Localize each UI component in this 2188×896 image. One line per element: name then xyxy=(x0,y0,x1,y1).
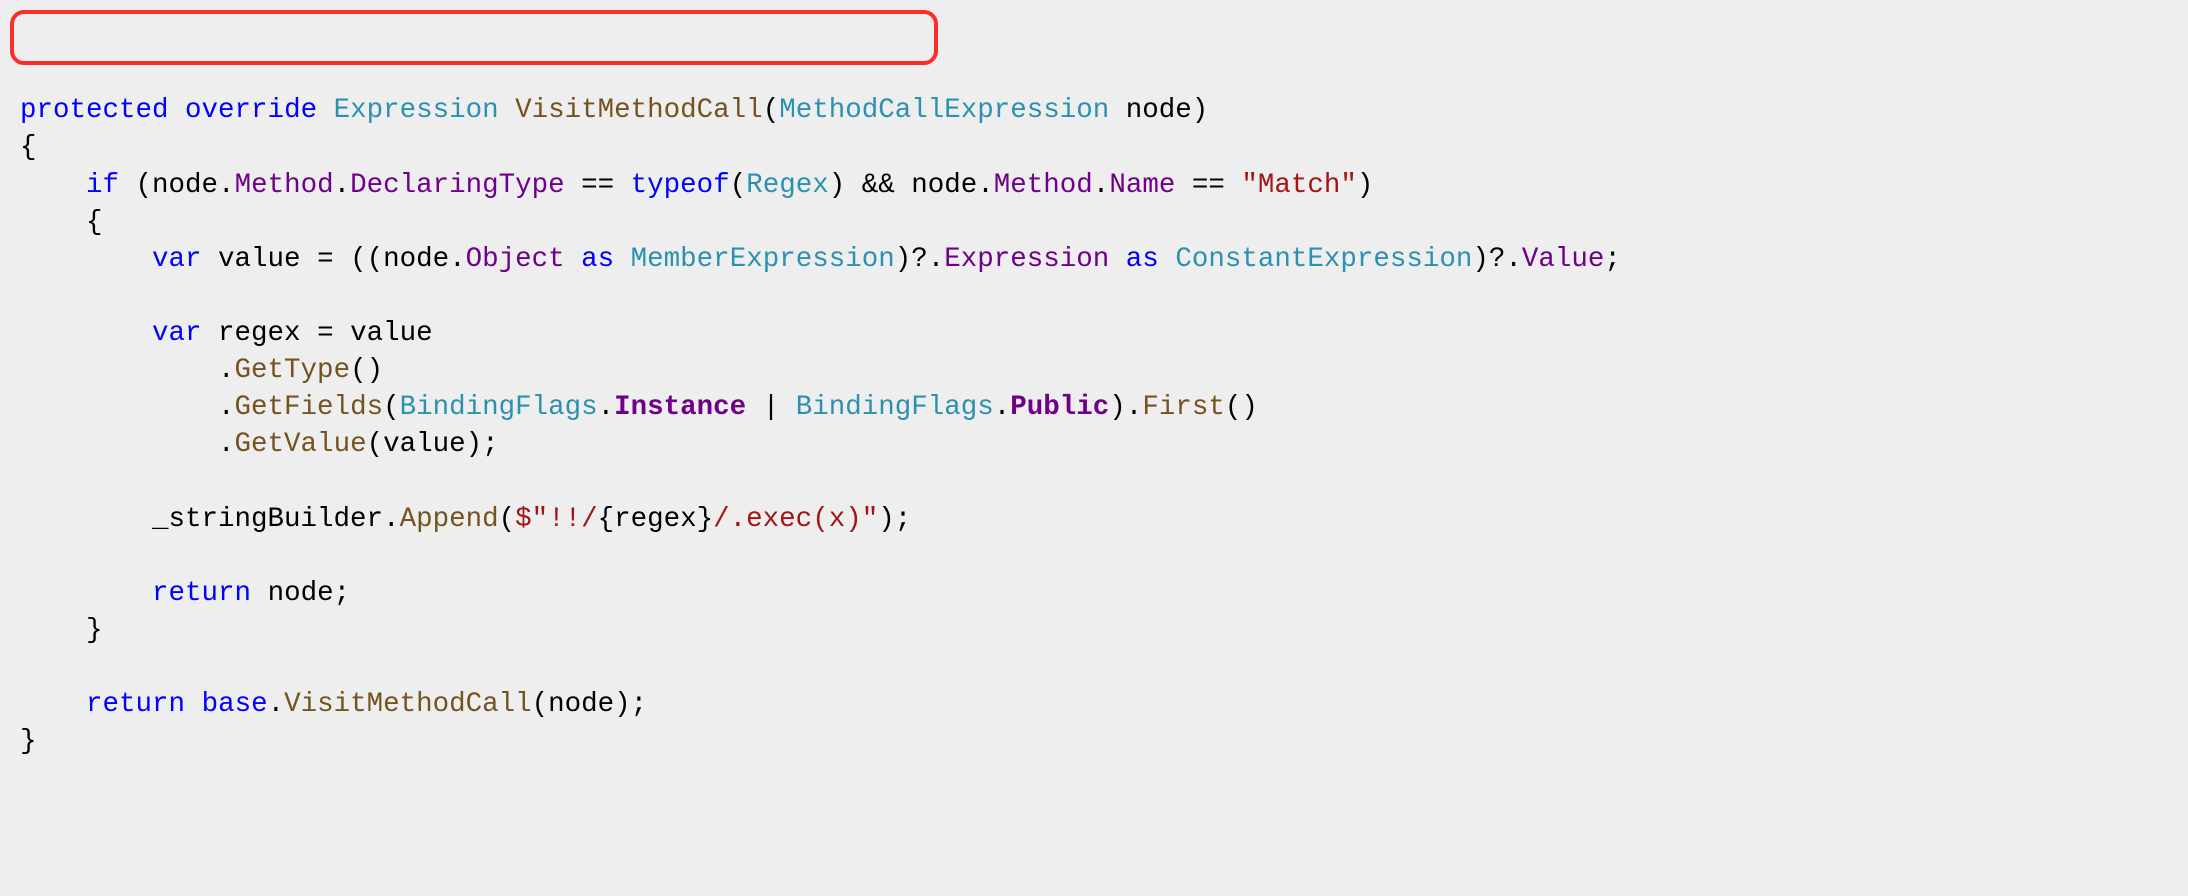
indent: . xyxy=(20,429,235,460)
txt: ) && node. xyxy=(829,170,994,201)
txt: (node); xyxy=(532,689,648,720)
keyword-as: as xyxy=(1126,244,1159,275)
txt: value = ((node. xyxy=(202,244,466,275)
paren: ( xyxy=(383,392,400,423)
brace: } xyxy=(20,615,103,646)
keyword-as: as xyxy=(581,244,614,275)
indent xyxy=(20,244,152,275)
method: VisitMethodCall xyxy=(284,689,532,720)
dot: . xyxy=(1093,170,1110,201)
type-expression: Expression xyxy=(334,95,499,126)
txt: ). xyxy=(1109,392,1142,423)
keyword-base: base xyxy=(202,689,268,720)
brace: { xyxy=(20,207,103,238)
txt: node; xyxy=(251,578,350,609)
paren: ( xyxy=(499,504,516,535)
indent: _stringBuilder. xyxy=(20,504,400,535)
code-block: protected override Expression VisitMetho… xyxy=(0,0,2188,816)
pipe: | xyxy=(746,392,796,423)
prop: Value xyxy=(1522,244,1605,275)
eq: == xyxy=(565,170,631,201)
method: GetValue xyxy=(235,429,367,460)
keyword-var: var xyxy=(152,244,202,275)
param-name: node xyxy=(1126,95,1192,126)
dot: . xyxy=(994,392,1011,423)
interp-brace: } xyxy=(697,504,714,535)
param-type: MethodCallExpression xyxy=(779,95,1109,126)
keyword-var: var xyxy=(152,318,202,349)
indent xyxy=(20,170,86,201)
indent xyxy=(20,689,86,720)
method: First xyxy=(1142,392,1225,423)
semi: ; xyxy=(1604,244,1621,275)
string: "Match" xyxy=(1241,170,1357,201)
sp xyxy=(185,689,202,720)
paren: ); xyxy=(878,504,911,535)
indent xyxy=(20,318,152,349)
dot: . xyxy=(334,170,351,201)
keyword-typeof: typeof xyxy=(631,170,730,201)
interp-brace: { xyxy=(598,504,615,535)
type: MemberExpression xyxy=(631,244,895,275)
type-regex: Regex xyxy=(746,170,829,201)
dot: . xyxy=(598,392,615,423)
prop: Method xyxy=(235,170,334,201)
paren: ( xyxy=(763,95,780,126)
keyword-override: override xyxy=(185,95,317,126)
txt: )?. xyxy=(1472,244,1522,275)
paren: ) xyxy=(1357,170,1374,201)
highlight-annotation xyxy=(10,10,938,65)
indent: . xyxy=(20,355,235,386)
txt: (value); xyxy=(367,429,499,460)
sp xyxy=(1109,244,1126,275)
type: BindingFlags xyxy=(400,392,598,423)
keyword-if: if xyxy=(86,170,119,201)
method: GetFields xyxy=(235,392,384,423)
prop: Expression xyxy=(944,244,1109,275)
txt: () xyxy=(350,355,383,386)
keyword-return: return xyxy=(86,689,185,720)
keyword-return: return xyxy=(152,578,251,609)
prop: DeclaringType xyxy=(350,170,565,201)
prop: Name xyxy=(1109,170,1175,201)
indent xyxy=(20,578,152,609)
type: BindingFlags xyxy=(796,392,994,423)
eq: == xyxy=(1175,170,1241,201)
paren-close: ) xyxy=(1192,95,1209,126)
keyword-protected: protected xyxy=(20,95,169,126)
string: $"!!/ xyxy=(515,504,598,535)
sp xyxy=(614,244,631,275)
method-name: VisitMethodCall xyxy=(515,95,763,126)
prop: Instance xyxy=(614,392,746,423)
txt: )?. xyxy=(895,244,945,275)
brace: } xyxy=(20,726,37,757)
paren: ( xyxy=(730,170,747,201)
string: /.exec(x)" xyxy=(713,504,878,535)
type: ConstantExpression xyxy=(1175,244,1472,275)
code-content: protected override Expression VisitMetho… xyxy=(20,92,2168,760)
interp-var: regex xyxy=(614,504,697,535)
indent: . xyxy=(20,392,235,423)
prop: Method xyxy=(994,170,1093,201)
dot: . xyxy=(268,689,285,720)
txt: (node. xyxy=(119,170,235,201)
prop: Public xyxy=(1010,392,1109,423)
txt: () xyxy=(1225,392,1258,423)
prop: Object xyxy=(466,244,565,275)
method: GetType xyxy=(235,355,351,386)
method: Append xyxy=(400,504,499,535)
brace: { xyxy=(20,132,37,163)
txt: regex = value xyxy=(202,318,433,349)
sp xyxy=(1159,244,1176,275)
sp xyxy=(565,244,582,275)
